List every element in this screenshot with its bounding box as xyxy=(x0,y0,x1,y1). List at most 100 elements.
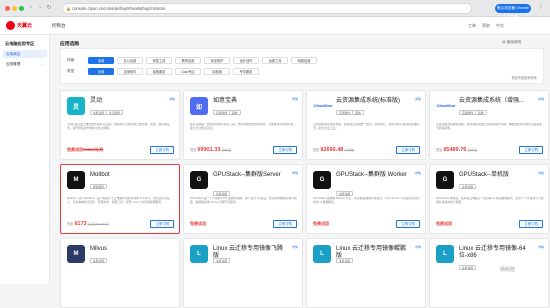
product-name[interactable]: 云资源集成系统（增强... xyxy=(459,98,534,105)
logo-text[interactable]: 天翼云 xyxy=(17,22,32,29)
product-name[interactable]: Moltbot xyxy=(90,172,165,179)
product-card[interactable]: M Moltbot 增值服务 Moltbot（原 Clawdbot）是一种运行于云电脑… xyxy=(60,164,180,234)
order-button[interactable]: 立即订购 xyxy=(273,146,297,154)
product-card[interactable]: 灵灵动 免费试用 生活服务 详情 "灵动"是天翼云推出的智能办公应用，帮助用户高效完成日… xyxy=(60,90,180,160)
price-prefix: 低至 xyxy=(190,148,197,152)
header-item-help[interactable]: 帮助 xyxy=(482,23,490,29)
filter-row-type: 类型 全部 应用软件 增值服务 Claw专区 标准版 专享服务 xyxy=(67,68,259,75)
forward-icon[interactable]: › xyxy=(37,5,43,11)
price-info: 免费试用 xyxy=(313,221,329,227)
filter-chip[interactable]: 专享服务 xyxy=(233,68,259,75)
browser-menu-icon[interactable]: ⋮ xyxy=(538,3,544,10)
filter-chip[interactable]: 增值服务 xyxy=(146,68,172,75)
filter-chip[interactable]: 教育应用 xyxy=(175,57,201,64)
order-button[interactable]: 立即订购 xyxy=(273,220,297,228)
details-link[interactable]: 详情 xyxy=(292,171,298,175)
details-link[interactable]: 详情 xyxy=(538,171,544,175)
product-card[interactable]: CloudSun 云资源集成系统(标准版) 应用软件 其他 详情 云资源集成系统标准版，提… xyxy=(306,90,426,160)
usage-guide-link[interactable]: @ 使用说明 xyxy=(502,40,521,45)
price-info: 免费试用 xyxy=(436,221,452,227)
product-card[interactable]: CloudSun 云资源集成系统（增强... 应用软件 其他 详情 云资源集成系统增强版，… xyxy=(429,90,549,160)
order-button[interactable]: 立即订购 xyxy=(519,146,543,154)
product-icon: M xyxy=(67,245,85,263)
close-window-button[interactable] xyxy=(5,6,10,11)
minimize-window-button[interactable] xyxy=(12,6,17,11)
reload-icon[interactable]: ↻ xyxy=(46,5,52,11)
details-link[interactable]: 详情 xyxy=(538,97,544,101)
card-footer: 免费试用 立即订购 xyxy=(190,220,297,228)
details-link[interactable]: 详情 xyxy=(415,97,421,101)
filter-chip[interactable]: 设计创作 xyxy=(233,57,259,64)
product-card[interactable]: L Linux 云迁移专用镜像-64 位-x86 免费试用 详情 xyxy=(429,238,549,308)
product-card[interactable]: G GPUStack--单机版 免费试用 详情 GPUStack 单机版，在单台云电脑上… xyxy=(429,164,549,234)
product-card[interactable]: M Milvus 免费试用 xyxy=(60,238,180,308)
details-link[interactable]: 详情 xyxy=(415,245,421,249)
details-link[interactable]: 详情 xyxy=(292,245,298,249)
back-icon[interactable]: ‹ xyxy=(28,5,34,11)
default-browser-button[interactable]: 默认浏览器 Chrome 浏览器 xyxy=(495,4,531,19)
product-name[interactable]: 灵动 xyxy=(90,98,165,105)
details-link[interactable]: 详情 xyxy=(415,171,421,175)
order-button[interactable]: 立即订购 xyxy=(396,220,420,228)
order-button[interactable]: 立即订购 xyxy=(150,220,174,228)
header-item-language[interactable]: 中文 xyxy=(496,23,504,29)
ctyun-logo-icon[interactable] xyxy=(6,21,15,30)
order-button[interactable]: 立即订购 xyxy=(150,146,174,154)
address-bar[interactable]: 🔒 console.ctyun.cn/console/hap/#/worksho… xyxy=(62,3,472,14)
price-info: 免费试用 xyxy=(190,221,206,227)
price-value: ¥173 xyxy=(74,221,87,227)
product-tag: 免费试用 xyxy=(459,184,477,189)
sidebar-title: 云电脑应用专区 xyxy=(5,41,35,46)
price-prefix: 低至 xyxy=(436,148,443,152)
order-button[interactable]: 立即订购 xyxy=(519,220,543,228)
product-icon: L xyxy=(313,245,331,263)
sidebar-item-manage[interactable]: 应用管理 ⌄ xyxy=(3,60,47,68)
sidebar-item-store[interactable]: 应用商店 xyxy=(3,50,47,58)
sidebar-item-label: 应用商店 xyxy=(6,52,21,56)
filter-chip[interactable]: 应用软件 xyxy=(117,68,143,75)
lock-icon: 🔒 xyxy=(66,6,71,11)
product-name[interactable]: GPUStack--单机版 xyxy=(459,172,534,179)
price-info: 低至¥5489.76元/年起 xyxy=(436,147,477,153)
product-card[interactable]: 如如意宝典 应用软件 其他 详情 如意宝典是一款知识管理与检索工具，支持海量文档智能搜索… xyxy=(183,90,303,160)
product-name[interactable]: Linux 云迁移专用镜像-64 位-x86 xyxy=(459,246,534,260)
product-card[interactable]: L Linux 云迁移专用镜像飞腾版 免费试用 详情 xyxy=(183,238,303,308)
product-icon: M xyxy=(67,171,85,189)
watermark: 快科技 xyxy=(500,267,516,273)
product-name[interactable]: GPUStack--集群版Server xyxy=(213,172,288,179)
details-link[interactable]: 详情 xyxy=(538,245,544,249)
product-tag: 其他 xyxy=(475,110,487,115)
product-card[interactable]: L Linux 云迁移专用镜像鲲鹏版 免费试用 详情 xyxy=(306,238,426,308)
filter-chip[interactable]: Claw专区 xyxy=(175,68,201,75)
product-name[interactable]: GPUStack--集群版 Worker xyxy=(336,172,411,179)
price-value: ¥2696.48 xyxy=(320,147,344,153)
product-card[interactable]: G GPUStack--集群版Server 免费试用 详情 GPUStack 是一个开源… xyxy=(183,164,303,234)
price-info: 低至¥2696.48元/年起 xyxy=(313,147,354,153)
card-footer: 免费试用 立即订购 xyxy=(313,220,420,228)
order-button[interactable]: 立即订购 xyxy=(396,146,420,154)
product-icon: G xyxy=(436,171,454,189)
filter-chip[interactable]: 运维工具 xyxy=(262,57,288,64)
filter-chip[interactable]: 标准版 xyxy=(204,68,230,75)
details-link[interactable]: 详情 xyxy=(169,97,175,101)
maximize-window-button[interactable] xyxy=(19,6,24,11)
price-info: 低至¥9901.33元/年起 xyxy=(190,147,231,153)
filter-chip[interactable]: 办公应用 xyxy=(117,57,143,64)
product-name[interactable]: Milvus xyxy=(90,246,165,253)
filter-chip[interactable]: 网络加速 xyxy=(291,57,317,64)
header-item-ticket[interactable]: 工单 xyxy=(468,23,476,29)
page-title: 应用选购 xyxy=(60,42,80,47)
price-prefix: 免费试用 xyxy=(190,221,206,226)
console-link[interactable]: 控制台 xyxy=(52,23,66,29)
filter-chip[interactable]: 全部 xyxy=(88,68,114,75)
product-card[interactable]: G GPUStack--集群版 Worker 免费试用 详情 GPUStack 集群版 … xyxy=(306,164,426,234)
details-link[interactable]: 详情 xyxy=(292,97,298,101)
product-icon: L xyxy=(190,245,208,263)
filter-chip[interactable]: 安全防护 xyxy=(204,57,230,64)
product-name[interactable]: 如意宝典 xyxy=(213,98,288,105)
price-value: ¥5489.76 xyxy=(443,147,467,153)
filter-chip[interactable]: 研发工具 xyxy=(146,57,172,64)
product-name[interactable]: 云资源集成系统(标准版) xyxy=(336,98,411,105)
product-icon: G xyxy=(190,171,208,189)
filter-chip[interactable]: 全部 xyxy=(88,57,114,64)
